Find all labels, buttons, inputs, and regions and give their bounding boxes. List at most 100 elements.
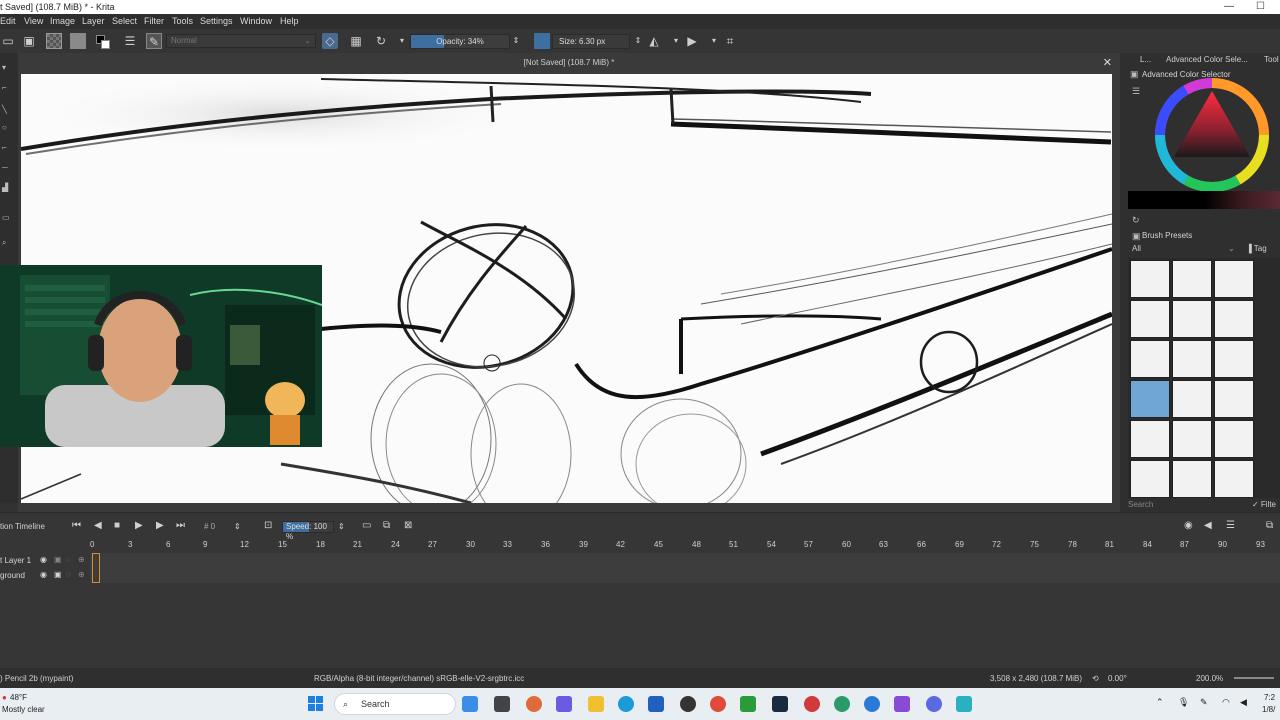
copilot-icon[interactable] — [526, 696, 542, 712]
tool-zoom-icon[interactable]: ⌕ — [2, 238, 14, 247]
menu-view[interactable]: View — [24, 16, 43, 26]
menu-select[interactable]: Select — [112, 16, 137, 26]
pin-icon[interactable]: ⊕ — [78, 555, 85, 564]
onion-skin-icon[interactable]: ▭ — [362, 520, 371, 531]
size-stepper-icon[interactable]: ⇕ — [630, 33, 646, 49]
float-panel-icon[interactable]: ⧉ — [1266, 520, 1273, 531]
app-red-icon[interactable] — [804, 696, 820, 712]
tool-ellipse-icon[interactable]: ○ — [2, 123, 14, 132]
brush-preset-eraser[interactable] — [1130, 260, 1170, 298]
refresh-icon[interactable]: ↻ — [1132, 215, 1140, 226]
app-blue-icon[interactable] — [864, 696, 880, 712]
color-wheel[interactable] — [1150, 77, 1280, 197]
menu-image[interactable]: Image — [50, 16, 75, 26]
brush-preset-sketch-3[interactable] — [1214, 420, 1254, 458]
timeline-frame-grid[interactable] — [90, 553, 1280, 583]
krita-icon[interactable] — [894, 696, 910, 712]
panel-menu-icon[interactable]: ▣ — [1130, 69, 1139, 80]
brush-preset-pencil-dark[interactable] — [1214, 380, 1254, 418]
stop-icon[interactable]: ■ — [114, 520, 120, 531]
lock-icon[interactable]: ▣ — [54, 555, 62, 564]
list-icon[interactable]: ☰ — [1132, 86, 1140, 97]
brush-preset-ink-1[interactable] — [1130, 300, 1170, 338]
filter-button[interactable]: ✓ Filte — [1252, 500, 1276, 509]
menu-window[interactable]: Window — [240, 16, 272, 26]
store-icon[interactable] — [648, 696, 664, 712]
brush-preset-grey[interactable] — [1214, 260, 1254, 298]
next-frame-icon[interactable]: ▶ — [156, 520, 164, 531]
mirror-dropdown-icon[interactable]: ▾ — [668, 33, 684, 49]
clock-date[interactable]: 1/8/ — [1262, 705, 1275, 714]
close-icon[interactable]: ✕ — [1103, 56, 1112, 69]
brush-preset-marker-1[interactable] — [1130, 340, 1170, 378]
frame-stepper-icon[interactable]: ⇕ — [234, 522, 241, 531]
opacity-stepper-icon[interactable]: ⇕ — [508, 33, 524, 49]
menu-help[interactable]: Help — [280, 16, 299, 26]
tool-line-icon[interactable]: ─ — [2, 163, 14, 172]
pattern-icon[interactable] — [46, 33, 62, 49]
preserve-alpha-icon[interactable]: ▦ — [348, 33, 364, 49]
brush-preset-pen-1[interactable] — [1130, 460, 1170, 498]
brush-preset-blue-pencil[interactable] — [1172, 260, 1212, 298]
brush-preset-ink-2[interactable] — [1172, 300, 1212, 338]
dock-tab-color-selector[interactable]: Advanced Color Sele... — [1166, 55, 1248, 64]
pin-icon[interactable]: ⊕ — [78, 570, 85, 579]
wifi-icon[interactable]: ◠ — [1222, 697, 1230, 708]
timeline-layer-row[interactable]: ground ◉ ▣ ◌ ⊕ — [0, 569, 88, 584]
brush-preset-marker-3[interactable] — [1214, 340, 1254, 378]
chrome-icon[interactable] — [710, 696, 726, 712]
reload-preset-icon[interactable]: ↻ — [373, 33, 389, 49]
clock-time[interactable]: 7:2 — [1264, 693, 1275, 702]
taskbar-search[interactable]: ⌕ Search — [334, 693, 456, 715]
size-slider[interactable]: Size: 6.30 px — [552, 34, 630, 49]
app-teal-icon[interactable] — [956, 696, 972, 712]
brush-preset-marker-2[interactable] — [1172, 340, 1212, 378]
new-document-icon[interactable]: ▭ — [0, 33, 16, 49]
brush-preset-pencil-blue[interactable] — [1172, 380, 1212, 418]
widget-app-icon[interactable] — [462, 696, 478, 712]
menu-edit[interactable]: Edit — [0, 16, 16, 26]
brush-preset-pen-3[interactable] — [1214, 460, 1254, 498]
previous-frame-icon[interactable]: ◀ — [94, 520, 102, 531]
brush-preset-sketch-2[interactable] — [1172, 420, 1212, 458]
rotation-icon[interactable]: ⟲ — [1092, 674, 1099, 683]
menu-layer[interactable]: Layer — [82, 16, 105, 26]
tool-brush-icon[interactable]: ╲ — [2, 105, 14, 114]
menu-filter[interactable]: Filter — [144, 16, 164, 26]
speed-slider[interactable]: Speed: 100 % — [282, 521, 334, 541]
volume-icon[interactable]: ◀ — [1204, 520, 1212, 531]
eye-icon[interactable]: ◉ — [40, 555, 47, 564]
fg-bg-color-icon[interactable] — [94, 33, 110, 49]
status-zoom[interactable]: 200.0% — [1196, 674, 1223, 683]
tool-gradient-icon[interactable]: ▭ — [2, 213, 14, 222]
tag-button[interactable]: ▐ Tag — [1246, 244, 1267, 253]
chrome-alt-icon[interactable] — [834, 696, 850, 712]
mirror-horizontal-icon[interactable]: ◭ — [646, 33, 662, 49]
volume-tray-icon[interactable]: ◀ — [1240, 697, 1247, 708]
lock-icon[interactable]: ▣ — [54, 570, 62, 579]
tool-fill-icon[interactable]: ▟ — [2, 183, 14, 192]
file-explorer-icon[interactable] — [588, 696, 604, 712]
frame-number-field[interactable]: # 0 — [204, 522, 215, 531]
teams-icon[interactable] — [556, 696, 572, 712]
onion-icon[interactable]: ◌ — [66, 555, 71, 564]
minimize-button[interactable]: — — [1224, 1, 1234, 12]
steam-icon[interactable] — [772, 696, 788, 712]
mirror-vertical-icon[interactable]: ▶ — [684, 33, 700, 49]
last-frame-icon[interactable]: ⏭ — [176, 520, 185, 531]
brush-preset-ink-3[interactable] — [1214, 300, 1254, 338]
tool-select-icon[interactable]: ▾ — [2, 63, 14, 72]
gradient-icon[interactable] — [70, 33, 86, 49]
brush-preset-pen-2[interactable] — [1172, 460, 1212, 498]
windows-start-icon[interactable] — [308, 696, 324, 712]
reload-dropdown-icon[interactable]: ▾ — [394, 33, 410, 49]
onion-icon[interactable]: ◌ — [66, 570, 71, 579]
xbox-icon[interactable] — [740, 696, 756, 712]
edge-icon[interactable] — [618, 696, 634, 712]
opacity-slider[interactable]: Opacity: 34% — [410, 34, 510, 49]
frame-copy-icon[interactable]: ⧉ — [383, 520, 390, 531]
brush-preset-icon[interactable]: ✎ — [146, 33, 162, 49]
task-view-icon[interactable] — [494, 696, 510, 712]
pen-icon[interactable]: ✎ — [1200, 697, 1208, 708]
blend-mode-select[interactable]: Normal ⌄ — [166, 34, 316, 48]
